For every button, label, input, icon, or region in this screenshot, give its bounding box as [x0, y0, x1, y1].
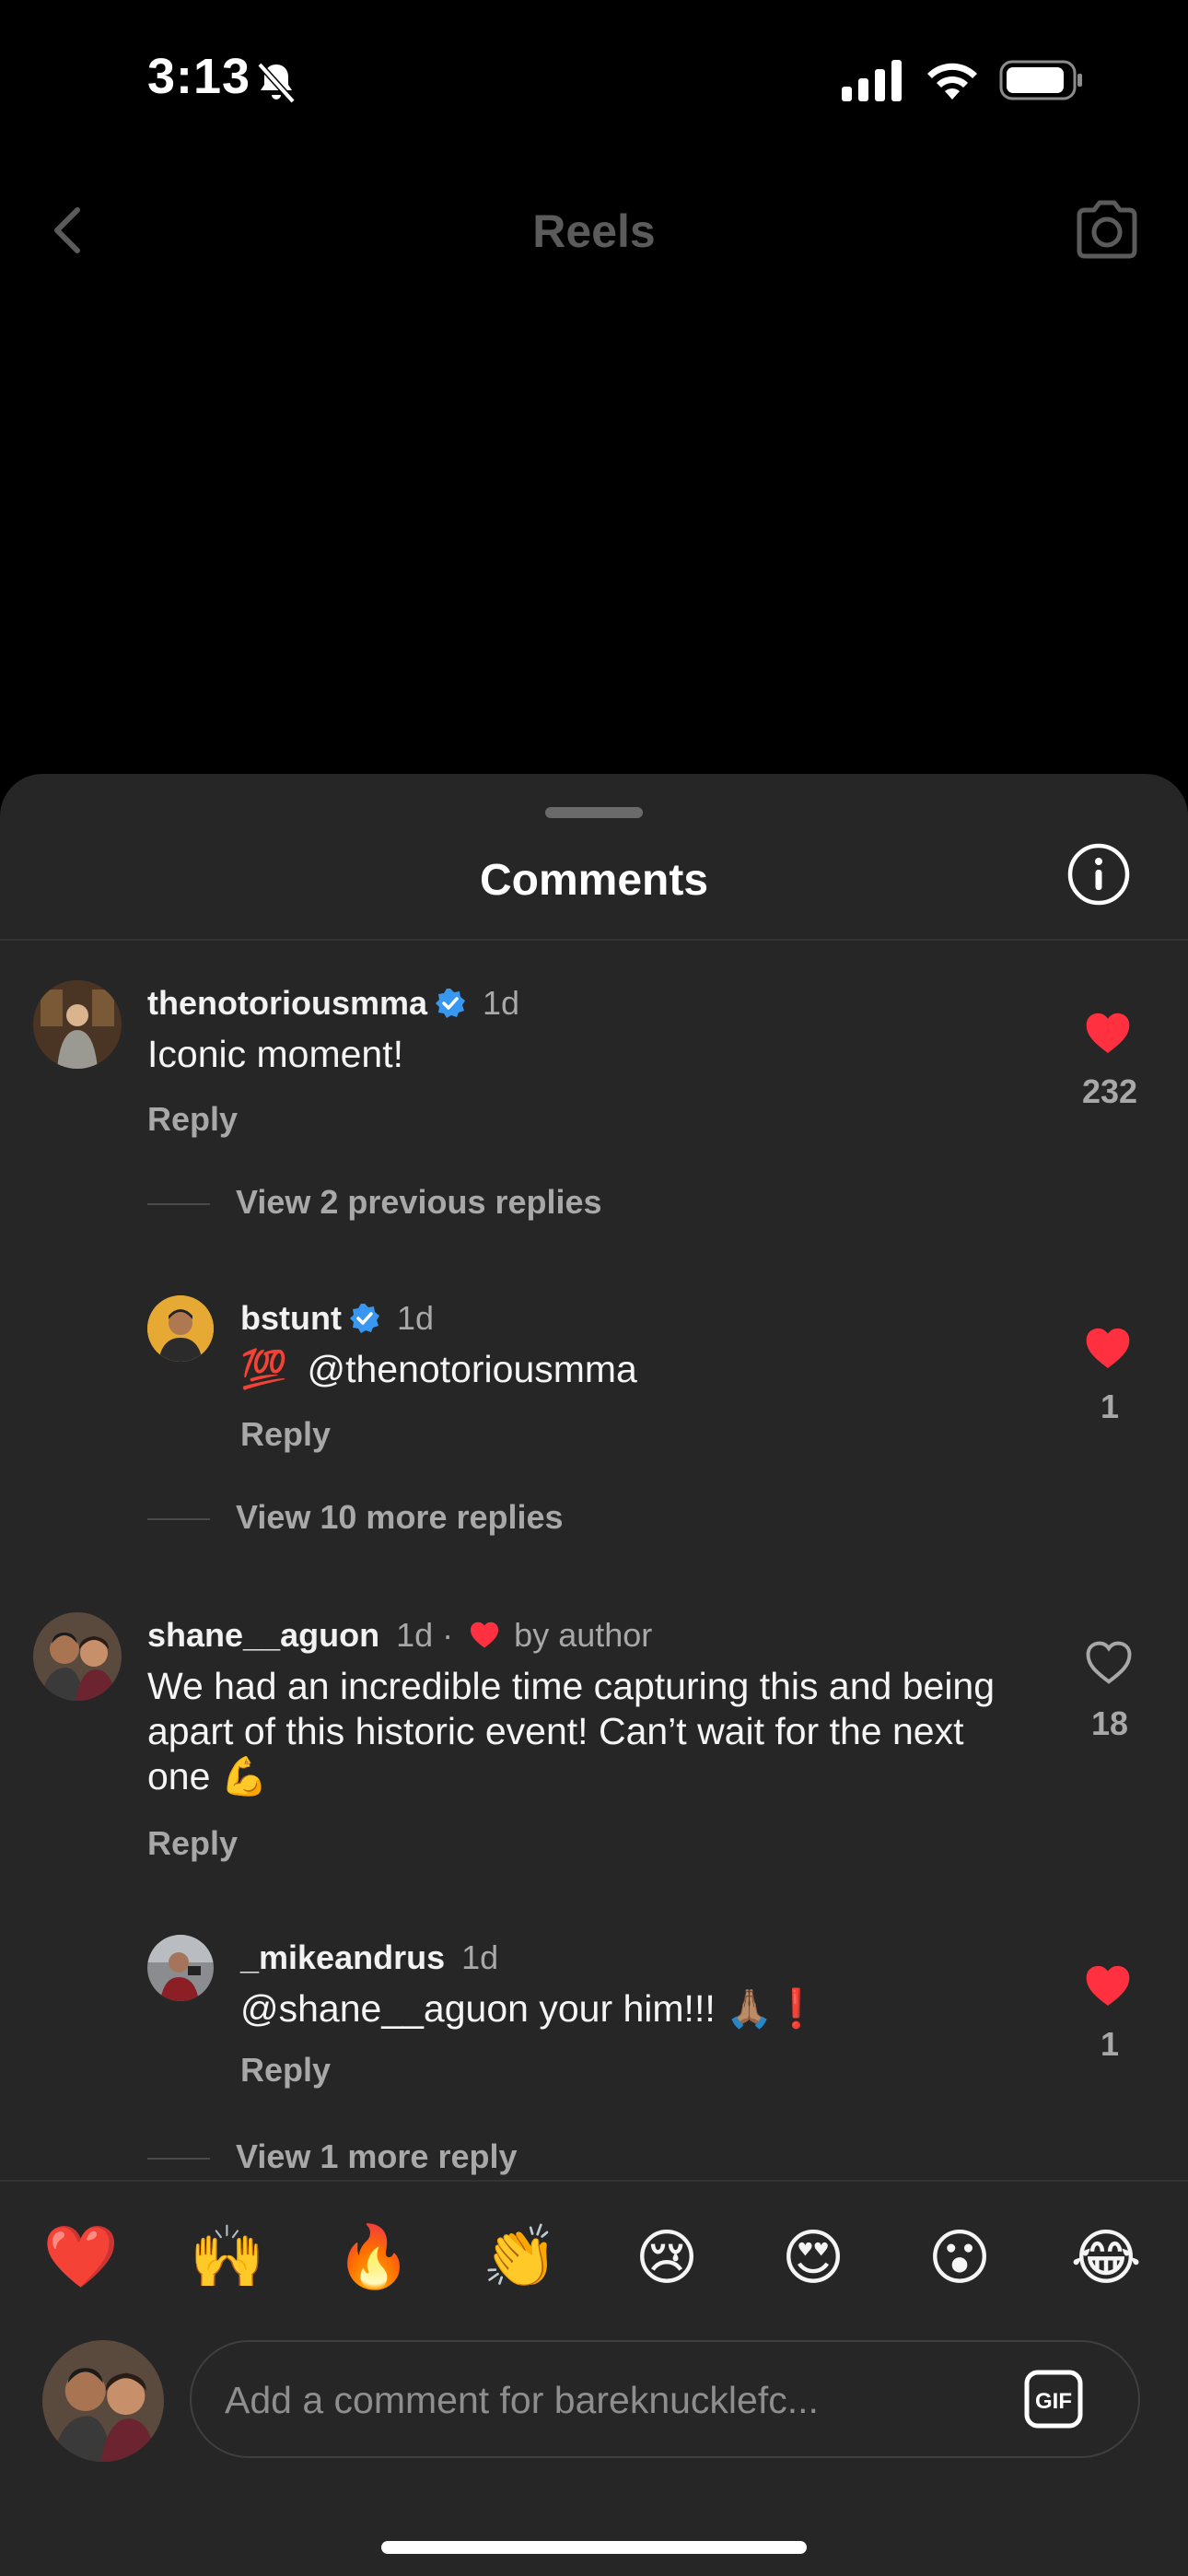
page-title: Reels	[532, 205, 656, 257]
comment-username[interactable]: bstunt	[240, 1299, 342, 1337]
comment-time: 1d	[483, 984, 520, 1022]
reels-header: Reels	[0, 166, 1188, 295]
comment-username[interactable]: shane__aguon	[147, 1616, 379, 1654]
avatar[interactable]	[33, 1612, 122, 1701]
status-time: 3:13	[147, 49, 251, 104]
comment-text: Iconic moment!	[147, 1033, 403, 1075]
wifi-icon	[927, 63, 977, 100]
thread-line	[147, 2158, 210, 2160]
flexed-biceps-emoji: 💪	[220, 1754, 268, 1798]
view-replies-button[interactable]: View 2 previous replies	[236, 1183, 602, 1222]
heart-outline-icon[interactable]	[1084, 1638, 1134, 1688]
battery-icon	[999, 60, 1082, 100]
like-count: 232	[1081, 1072, 1138, 1110]
reply-button[interactable]: Reply	[240, 2051, 331, 2090]
clapping-hands-emoji-button[interactable]: 👏	[483, 2220, 558, 2294]
heart-filled-icon[interactable]	[1082, 1008, 1134, 1060]
verified-badge-icon	[436, 989, 466, 1018]
reply-button[interactable]: Reply	[147, 1824, 238, 1863]
view-replies-button[interactable]: View 10 more replies	[236, 1498, 564, 1537]
bell-muted-icon	[257, 62, 296, 104]
status-bar: 3:13	[0, 0, 1188, 138]
like-count: 18	[1090, 1704, 1129, 1742]
reply-button[interactable]: Reply	[240, 1415, 331, 1454]
reply-button[interactable]: Reply	[147, 1100, 238, 1139]
like-count: 1	[1100, 2025, 1120, 2063]
comment-time: 1d	[461, 1938, 499, 1976]
crying-face-emoji-button[interactable]: 😢	[630, 2220, 704, 2294]
avatar-image	[147, 1295, 214, 1362]
comment-time: 1d	[396, 1299, 435, 1337]
fire-emoji-button[interactable]: 🔥	[336, 2220, 412, 2294]
comment-input-placeholder: Add a comment for bareknucklefc...	[225, 2379, 819, 2421]
sheet-grabber[interactable]	[545, 807, 643, 818]
info-icon[interactable]	[1066, 842, 1131, 907]
comment-text[interactable]: @thenotoriousmma	[307, 1348, 636, 1390]
praying-hands-emoji: 🙏🏽❗	[726, 1986, 821, 2031]
gif-label: GIF	[1035, 2389, 1072, 2414]
avatar[interactable]	[33, 980, 122, 1069]
avatar[interactable]	[147, 1935, 214, 2001]
verified-badge-icon	[349, 1304, 379, 1333]
avatar[interactable]	[147, 1295, 214, 1362]
home-indicator[interactable]	[381, 2541, 807, 2554]
comment-time: 1d ·	[396, 1616, 454, 1654]
sheet-title: Comments	[479, 856, 709, 905]
avatar-image	[33, 1612, 122, 1701]
thread-line	[147, 1203, 210, 1205]
gif-button[interactable]: GIF	[1024, 2370, 1083, 2429]
divider	[0, 2180, 1188, 2182]
hundred-points-emoji: 💯	[240, 1347, 288, 1391]
quick-reactions: ❤️ 🙌 🔥 👏 😢 😍 😮 😂	[0, 2220, 1188, 2313]
view-replies-button[interactable]: View 1 more reply	[236, 2137, 518, 2176]
cellular-signal-icon	[842, 60, 902, 101]
avatar-image	[33, 980, 122, 1069]
my-avatar[interactable]	[42, 2340, 164, 2462]
divider	[0, 939, 1188, 941]
comment-text: @shane__aguon your him!!!	[240, 1987, 716, 2030]
raising-hands-emoji-button[interactable]: 🙌	[190, 2220, 265, 2294]
red-heart-emoji-button[interactable]: ❤️	[43, 2220, 119, 2294]
author-badge: by author	[514, 1616, 653, 1654]
heart-filled-icon[interactable]	[1082, 1323, 1134, 1375]
like-count: 1	[1100, 1388, 1120, 1425]
comment-username[interactable]: thenotoriousmma	[147, 984, 427, 1022]
tears-of-joy-emoji-button[interactable]: 😂	[1069, 2220, 1143, 2294]
heart-filled-icon[interactable]	[1082, 1961, 1134, 2012]
avatar-image	[147, 1935, 214, 2001]
thread-line	[147, 1518, 210, 1520]
comment-username[interactable]: _mikeandrus	[240, 1938, 445, 1976]
comment-input[interactable]: Add a comment for bareknucklefc... GIF	[190, 2340, 1140, 2458]
heart-eyes-emoji-button[interactable]: 😍	[776, 2220, 850, 2294]
author-heart-icon	[471, 1622, 499, 1648]
comment-text: We had an incredible time capturing this…	[147, 1665, 996, 1797]
surprised-face-emoji-button[interactable]: 😮	[923, 2220, 996, 2294]
gif-icon: GIF	[1024, 2370, 1083, 2429]
avatar-image	[42, 2340, 164, 2462]
camera-icon[interactable]	[1072, 193, 1142, 263]
